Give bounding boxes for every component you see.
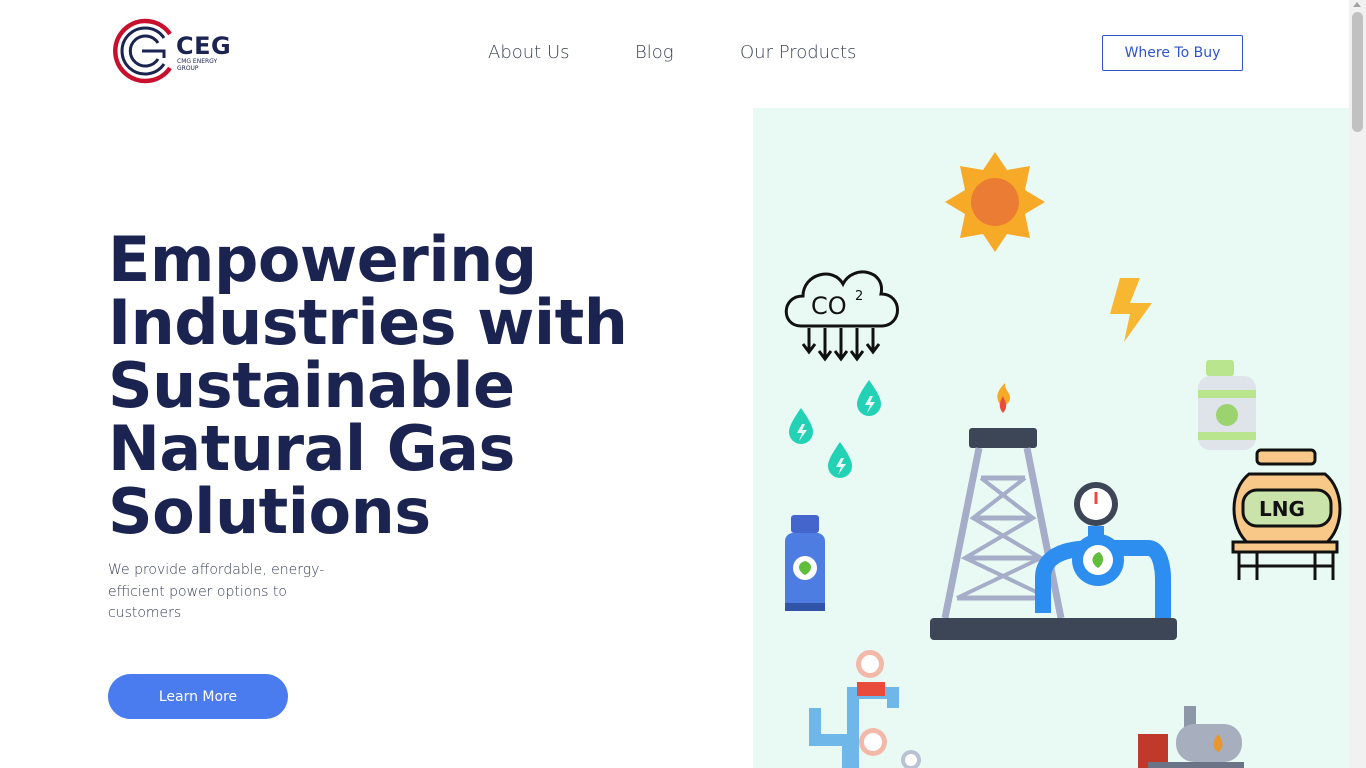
logo-text: CEG	[176, 32, 232, 60]
nav-our-products[interactable]: Our Products	[740, 42, 856, 63]
scrollbar-thumb[interactable]	[1352, 12, 1363, 132]
tanker-truck-icon	[1138, 706, 1244, 768]
co2-sup: 2	[855, 289, 863, 304]
hero-title: Empowering Industries with Sustainable N…	[108, 223, 628, 548]
learn-more-button[interactable]: Learn More	[108, 674, 288, 719]
gas-rig-icon	[930, 383, 1177, 640]
sun-icon	[945, 152, 1045, 252]
gas-cylinder-icon	[785, 515, 825, 611]
lightning-icon	[1110, 278, 1152, 342]
brand-logo[interactable]: CEG CMG ENERGY GROUP	[112, 16, 242, 86]
hero-illustration: CO 2 LNG	[753, 108, 1350, 768]
lng-tank-icon: LNG	[1231, 448, 1342, 580]
page-scrollbar[interactable]	[1349, 0, 1366, 768]
nav-blog[interactable]: Blog	[635, 42, 674, 63]
where-to-buy-button[interactable]: Where To Buy	[1102, 35, 1243, 71]
nav-about-us[interactable]: About Us	[488, 42, 570, 63]
logo-tagline: CMG ENERGY GROUP	[177, 58, 218, 72]
pressure-gauge-icon	[1074, 482, 1118, 540]
co2-cloud-icon: CO 2	[784, 270, 899, 362]
logo-mark-icon	[113, 18, 172, 84]
water-drop-icon	[789, 380, 881, 478]
scroll-up-arrow-icon[interactable]	[1353, 2, 1361, 7]
small-cylinder-icon	[1198, 360, 1256, 450]
lng-label: LNG	[1259, 497, 1305, 521]
co2-label: CO	[811, 292, 847, 320]
pipes-icon	[809, 650, 921, 768]
hero-subtitle: We provide affordable, energy-efficient …	[108, 562, 325, 621]
